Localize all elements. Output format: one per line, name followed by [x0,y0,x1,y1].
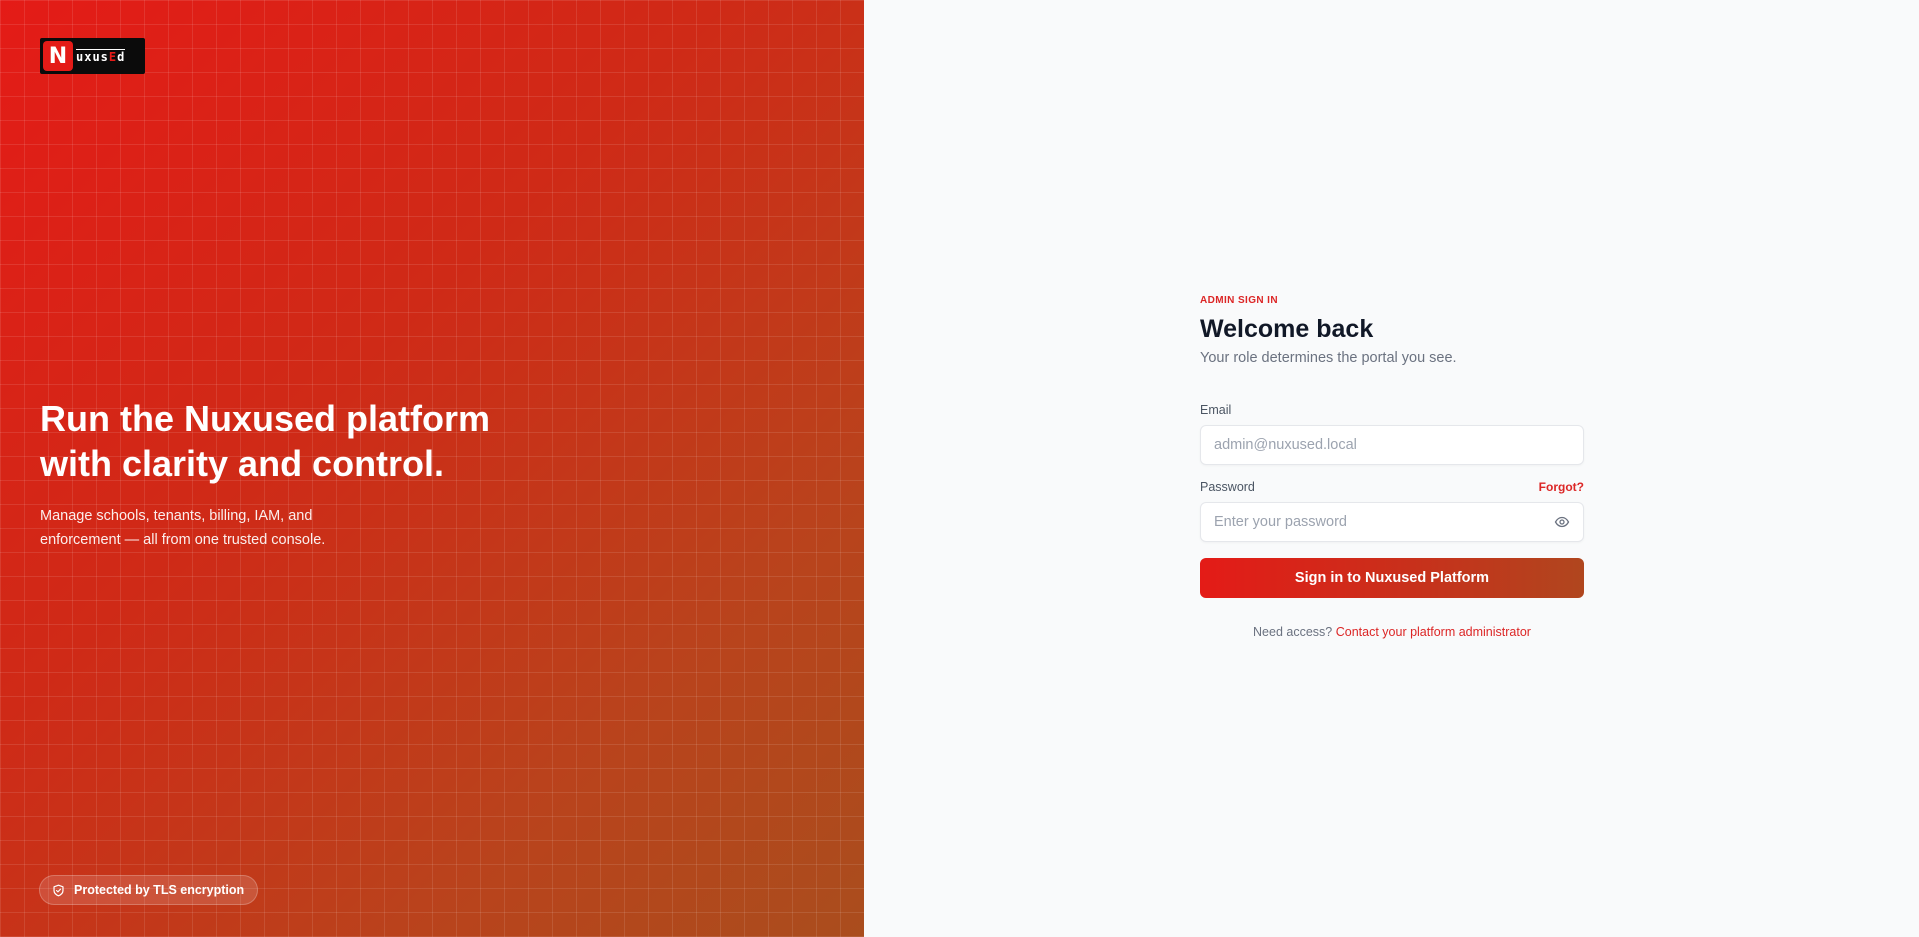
hero-title: Run the Nuxused platform with clarity an… [40,398,491,484]
form-title: Welcome back [1200,315,1374,343]
contact-admin-link[interactable]: Contact your platform administrator [1336,625,1531,639]
password-label-row: Password Forgot? [1200,480,1584,494]
password-field[interactable] [1214,514,1554,530]
tls-badge: Protected by TLS encryption [39,875,259,905]
hero-panel: N uxusEd Run the Nuxused platform with c… [0,0,864,937]
need-access-text: Need access? Contact your platform admin… [1200,625,1584,639]
form-eyebrow: ADMIN SIGN IN [1200,295,1278,306]
shield-check-icon [52,884,65,897]
forgot-password-link[interactable]: Forgot? [1539,480,1584,494]
logo-text-accent: E [108,50,118,64]
logo-text-main: uxus [76,50,109,64]
need-access-label: Need access? [1253,625,1333,639]
sign-in-form: ADMIN SIGN IN Welcome back Your role det… [1200,295,1584,639]
brand-logo: N uxusEd [40,38,145,74]
logo-text-end: d [117,50,126,64]
hero-subtitle: Manage schools, tenants, billing, IAM, a… [40,508,326,548]
email-label: Email [1200,403,1232,417]
email-field[interactable] [1214,437,1570,453]
eye-icon[interactable] [1554,514,1570,530]
form-subtitle: Your role determines the portal you see. [1200,350,1457,366]
email-field-wrapper [1200,425,1584,465]
password-label: Password [1200,480,1255,494]
password-field-wrapper [1200,502,1584,542]
logo-mark: N [43,41,73,71]
tls-badge-label: Protected by TLS encryption [74,883,245,897]
logo-wordmark: uxusEd [76,49,126,64]
sign-in-button[interactable]: Sign in to Nuxused Platform [1200,558,1584,598]
